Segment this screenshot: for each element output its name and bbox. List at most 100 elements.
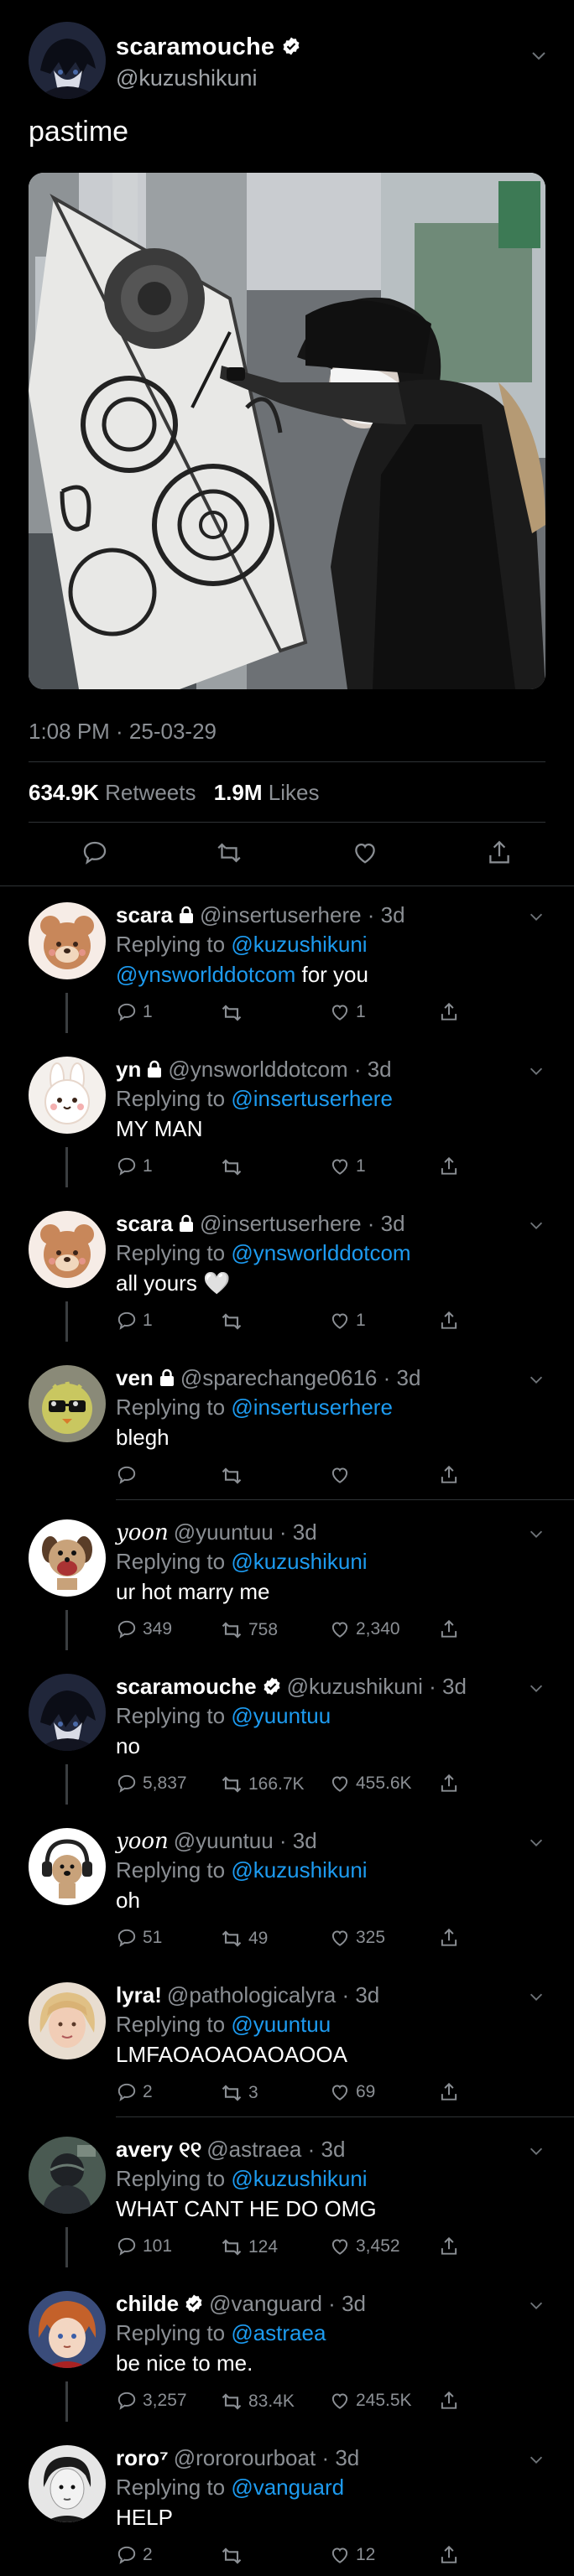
- reply-button[interactable]: 2: [116, 2081, 153, 2103]
- reply-tweet[interactable]: yn @ynsworlddotcom · 3d Replying to @inse…: [0, 1041, 574, 1196]
- avatar[interactable]: [29, 2445, 106, 2522]
- share-button[interactable]: [438, 1156, 460, 1177]
- retweet-button[interactable]: 758: [220, 1618, 278, 1642]
- avatar[interactable]: [29, 2291, 106, 2368]
- like-button[interactable]: 2,340: [329, 1618, 400, 1640]
- retweet-button[interactable]: 49: [220, 1927, 268, 1950]
- share-button[interactable]: [438, 1927, 460, 1949]
- retweets-label[interactable]: Retweets: [105, 780, 196, 805]
- comment-icon[interactable]: [81, 839, 109, 867]
- display-name[interactable]: scaramouche: [116, 34, 274, 60]
- display-name[interactable]: scaramouche: [116, 1674, 257, 1699]
- like-button[interactable]: 1: [329, 1001, 366, 1023]
- reply-button[interactable]: 1: [116, 1001, 153, 1023]
- chevron-down-icon[interactable]: [529, 45, 549, 65]
- user-handle[interactable]: @sparechange0616 · 3d: [180, 1365, 421, 1390]
- reply-tweet[interactable]: scara @insertuserhere · 3d Replying to @y…: [0, 1196, 574, 1350]
- retweet-button[interactable]: 166.7K: [220, 1773, 305, 1796]
- display-name[interactable]: yoon: [116, 1829, 169, 1854]
- mention-link[interactable]: @ynsworlddotcom: [116, 962, 295, 987]
- heart-icon[interactable]: [351, 839, 379, 867]
- share-button[interactable]: [438, 2544, 460, 2566]
- like-button[interactable]: 245.5K: [329, 2390, 412, 2412]
- reply-tweet[interactable]: ven @sparechange0616 · 3d Replying to @in…: [0, 1350, 574, 1504]
- share-button[interactable]: [438, 2390, 460, 2412]
- reply-button[interactable]: 101: [116, 2236, 172, 2257]
- reply-tweet[interactable]: scaramouche @kuzushikuni · 3d Replying to…: [0, 1659, 574, 1813]
- user-handle[interactable]: @kuzushikuni: [116, 65, 258, 91]
- tweet-photo[interactable]: [29, 173, 545, 689]
- chevron-down-icon[interactable]: [527, 907, 545, 926]
- display-name[interactable]: ven: [116, 1365, 154, 1390]
- likes-count[interactable]: 1.9M: [214, 780, 263, 805]
- replying-to-link[interactable]: @kuzushikuni: [231, 932, 367, 957]
- share-button[interactable]: [438, 1618, 460, 1640]
- retweet-button[interactable]: 83.4K: [220, 2390, 295, 2413]
- retweet-button[interactable]: [220, 1310, 243, 1333]
- chevron-down-icon[interactable]: [527, 2142, 545, 2160]
- replying-to-link[interactable]: @insertuserhere: [231, 1086, 393, 1111]
- display-name[interactable]: yoon: [116, 1520, 169, 1545]
- chevron-down-icon[interactable]: [527, 1987, 545, 2006]
- share-button[interactable]: [438, 1310, 460, 1332]
- replying-to-link[interactable]: @yuuntuu: [231, 1703, 331, 1728]
- like-button[interactable]: 455.6K: [329, 1773, 412, 1794]
- avatar[interactable]: [29, 1828, 106, 1905]
- reply-button[interactable]: 1: [116, 1156, 153, 1177]
- like-button[interactable]: [329, 1464, 351, 1486]
- share-icon[interactable]: [485, 839, 514, 867]
- reply-tweet[interactable]: childe @vanguard · 3d Replying to @astrae…: [0, 2276, 574, 2430]
- like-button[interactable]: 1: [329, 1156, 366, 1177]
- avatar[interactable]: [29, 1982, 106, 2059]
- reply-button[interactable]: 2: [116, 2544, 153, 2566]
- display-name[interactable]: scara: [116, 902, 173, 927]
- like-button[interactable]: 3,452: [329, 2236, 400, 2257]
- reply-tweet[interactable]: lyra! @pathologicalyra · 3d Replying to @…: [0, 1967, 574, 2122]
- chevron-down-icon[interactable]: [527, 2296, 545, 2314]
- display-name[interactable]: childe: [116, 2291, 179, 2316]
- replying-to-link[interactable]: @kuzushikuni: [231, 1549, 367, 1574]
- user-handle[interactable]: @pathologicalyra · 3d: [167, 1982, 379, 2007]
- like-button[interactable]: 69: [329, 2081, 375, 2103]
- retweet-button[interactable]: 3: [220, 2081, 258, 2105]
- avatar[interactable]: [29, 1519, 106, 1597]
- avatar[interactable]: [29, 2137, 106, 2214]
- reply-tweet[interactable]: yoon @yuuntuu · 3d Replying to @kuzushiku…: [0, 1504, 574, 1659]
- replying-to-link[interactable]: @kuzushikuni: [231, 1857, 367, 1883]
- reply-button[interactable]: 3,257: [116, 2390, 187, 2412]
- chevron-down-icon[interactable]: [527, 1370, 545, 1389]
- reply-button[interactable]: 51: [116, 1927, 162, 1949]
- like-button[interactable]: 1: [329, 1310, 366, 1332]
- avatar[interactable]: [29, 1211, 106, 1288]
- share-button[interactable]: [438, 1464, 460, 1486]
- likes-label[interactable]: Likes: [269, 780, 320, 805]
- retweet-button[interactable]: 124: [220, 2236, 278, 2259]
- share-button[interactable]: [438, 1773, 460, 1794]
- replying-to-link[interactable]: @vanguard: [231, 2475, 344, 2500]
- user-handle[interactable]: @ynsworlddotcom · 3d: [168, 1057, 391, 1082]
- avatar[interactable]: [29, 1674, 106, 1751]
- reply-tweet[interactable]: scara @insertuserhere · 3d Replying to @k…: [0, 887, 574, 1041]
- avatar[interactable]: [29, 902, 106, 979]
- replying-to-link[interactable]: @kuzushikuni: [231, 2166, 367, 2191]
- retweets-count[interactable]: 634.9K: [29, 780, 99, 805]
- reply-tweet[interactable]: avery ୧୧ @astraea · 3d Replying to @kuzus…: [0, 2122, 574, 2276]
- user-handle[interactable]: @astraea · 3d: [206, 2137, 345, 2162]
- like-button[interactable]: 12: [329, 2544, 375, 2566]
- reply-tweet[interactable]: yoon @yuuntuu · 3d Replying to @kuzushiku…: [0, 1813, 574, 1967]
- user-handle[interactable]: @vanguard · 3d: [209, 2291, 366, 2316]
- share-button[interactable]: [438, 2081, 460, 2103]
- reply-button[interactable]: 5,837: [116, 1773, 187, 1794]
- user-handle[interactable]: @yuuntuu · 3d: [174, 1828, 317, 1853]
- chevron-down-icon[interactable]: [527, 1679, 545, 1697]
- replying-to-link[interactable]: @yuuntuu: [231, 2012, 331, 2037]
- user-handle[interactable]: @kuzushikuni · 3d: [287, 1674, 467, 1699]
- chevron-down-icon[interactable]: [527, 1216, 545, 1234]
- avatar[interactable]: [29, 22, 106, 99]
- display-name[interactable]: yn: [116, 1057, 141, 1082]
- user-handle[interactable]: @yuuntuu · 3d: [174, 1519, 317, 1545]
- display-name[interactable]: scara: [116, 1211, 173, 1236]
- avatar[interactable]: [29, 1365, 106, 1442]
- like-button[interactable]: 325: [329, 1927, 385, 1949]
- retweet-button[interactable]: [220, 2544, 243, 2568]
